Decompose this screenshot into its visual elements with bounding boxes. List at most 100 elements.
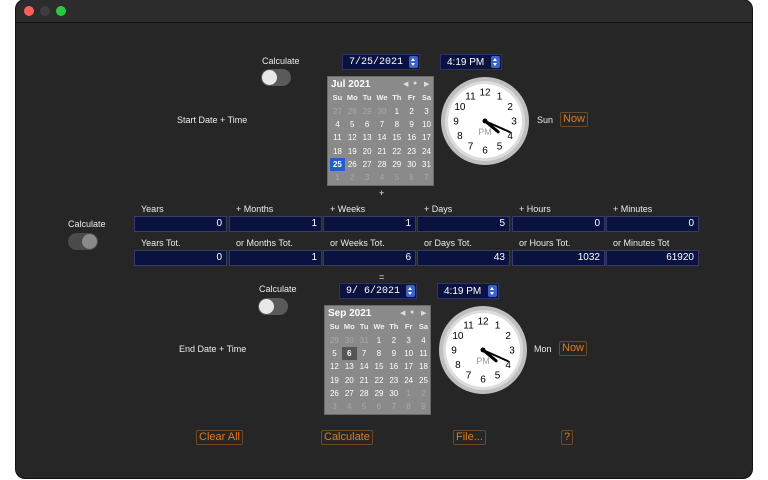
end-calendar-day[interactable]: 7 xyxy=(386,400,401,413)
start-calendar-day[interactable]: 1 xyxy=(330,171,345,184)
end-calendar-day[interactable]: 9 xyxy=(386,347,401,360)
start-calendar-day[interactable]: 17 xyxy=(419,131,434,144)
end-calendar-day[interactable]: 2 xyxy=(386,334,401,347)
prev-month-icon[interactable]: ◀ xyxy=(403,80,408,88)
end-calendar-day[interactable]: 21 xyxy=(357,374,372,387)
start-calendar-day[interactable]: 27 xyxy=(330,105,345,118)
help-button[interactable]: ? xyxy=(561,430,574,445)
start-calendar-day[interactable]: 7 xyxy=(375,118,390,131)
total-value-field-4[interactable]: 1032 xyxy=(512,250,605,266)
end-calendar-day[interactable]: 13 xyxy=(342,360,357,373)
start-calendar-day[interactable]: 16 xyxy=(404,131,419,144)
duration-value-field-4[interactable]: 0 xyxy=(512,216,605,232)
start-calendar-day[interactable]: 15 xyxy=(389,131,404,144)
next-month-icon[interactable]: ▶ xyxy=(424,80,429,88)
end-calendar-day[interactable]: 3 xyxy=(327,400,342,413)
start-calendar-day[interactable]: 4 xyxy=(375,171,390,184)
end-calculate-toggle[interactable] xyxy=(258,298,288,315)
start-calendar-day[interactable]: 13 xyxy=(360,131,375,144)
minimize-button[interactable] xyxy=(40,6,50,16)
end-calendar-day[interactable]: 28 xyxy=(357,387,372,400)
start-calendar-day[interactable]: 31 xyxy=(419,158,434,171)
start-calendar-day[interactable]: 26 xyxy=(345,158,360,171)
start-calendar-day[interactable]: 8 xyxy=(389,118,404,131)
duration-value-field-1[interactable]: 1 xyxy=(229,216,322,232)
today-dot-icon[interactable]: ● xyxy=(410,309,414,316)
calculate-button[interactable]: Calculate xyxy=(321,430,373,445)
end-calendar-day[interactable]: 16 xyxy=(386,360,401,373)
end-calendar-day[interactable]: 10 xyxy=(401,347,416,360)
start-calendar-day[interactable]: 6 xyxy=(360,118,375,131)
file-button[interactable]: File... xyxy=(453,430,486,445)
end-calendar-day[interactable]: 4 xyxy=(342,400,357,413)
zoom-button[interactable] xyxy=(56,6,66,16)
end-calendar-day[interactable]: 25 xyxy=(416,374,431,387)
start-calendar-day[interactable]: 12 xyxy=(345,131,360,144)
start-calendar-day[interactable]: 4 xyxy=(330,118,345,131)
start-time-stepper[interactable] xyxy=(491,56,500,68)
start-calendar-day[interactable]: 29 xyxy=(360,105,375,118)
end-calendar-days[interactable]: 29 30 31 1 2 3 4 5 6 7 8 9 10 11 12 13 14 15 16 17 18 19 20 21 2… xyxy=(327,334,431,413)
start-date-field[interactable]: 7/25/2021 xyxy=(342,54,420,70)
total-value-field-0[interactable]: 0 xyxy=(134,250,227,266)
end-calendar-day[interactable]: 6 xyxy=(341,347,357,361)
start-calendar-day[interactable]: 5 xyxy=(345,118,360,131)
end-calendar-day[interactable]: 8 xyxy=(372,347,387,360)
end-time-field[interactable]: 4:19 PM xyxy=(437,283,499,299)
start-calculate-toggle[interactable] xyxy=(261,69,291,86)
start-calendar-day[interactable]: 28 xyxy=(375,158,390,171)
start-calendar-day[interactable]: 30 xyxy=(375,105,390,118)
end-calendar-day[interactable]: 15 xyxy=(372,360,387,373)
end-calendar-day[interactable]: 4 xyxy=(416,334,431,347)
total-value-field-1[interactable]: 1 xyxy=(229,250,322,266)
end-calendar-day[interactable]: 11 xyxy=(416,347,431,360)
start-calendar-day[interactable]: 18 xyxy=(330,145,345,158)
end-calendar-day[interactable]: 5 xyxy=(357,400,372,413)
clear-all-button[interactable]: Clear All xyxy=(196,430,243,445)
start-calendar-day[interactable]: 20 xyxy=(360,145,375,158)
end-calendar-day[interactable]: 1 xyxy=(401,387,416,400)
end-calendar-day[interactable]: 6 xyxy=(372,400,387,413)
start-calendar-day[interactable]: 1 xyxy=(389,105,404,118)
start-calendar-day[interactable]: 14 xyxy=(375,131,390,144)
start-calendar-day[interactable]: 19 xyxy=(345,145,360,158)
end-calendar-day[interactable]: 7 xyxy=(357,347,372,360)
end-calendar-day[interactable]: 27 xyxy=(342,387,357,400)
duration-value-field-5[interactable]: 0 xyxy=(606,216,699,232)
end-date-field[interactable]: 9/ 6/2021 xyxy=(339,283,417,299)
next-month-icon[interactable]: ▶ xyxy=(421,309,426,317)
start-calendar-day[interactable]: 2 xyxy=(345,171,360,184)
end-calendar-day[interactable]: 14 xyxy=(357,360,372,373)
start-calendar-day[interactable]: 10 xyxy=(419,118,434,131)
start-calendar-day[interactable]: 23 xyxy=(404,145,419,158)
end-calendar-day[interactable]: 9 xyxy=(416,400,431,413)
end-calendar-day[interactable]: 22 xyxy=(372,374,387,387)
start-now-button[interactable]: Now xyxy=(560,112,589,127)
start-time-field[interactable]: 4:19 PM xyxy=(440,54,502,70)
start-calendar-day[interactable]: 5 xyxy=(389,171,404,184)
end-calendar-day[interactable]: 19 xyxy=(327,374,342,387)
end-calendar-day[interactable]: 8 xyxy=(401,400,416,413)
end-calendar-day[interactable]: 23 xyxy=(386,374,401,387)
start-calendar-day[interactable]: 11 xyxy=(330,131,345,144)
start-calendar-day[interactable]: 25 xyxy=(330,157,345,171)
start-calendar-day[interactable]: 3 xyxy=(360,171,375,184)
prev-month-icon[interactable]: ◀ xyxy=(400,309,405,317)
end-calendar-day[interactable]: 30 xyxy=(342,334,357,347)
start-calendar-day[interactable]: 7 xyxy=(419,171,434,184)
start-date-stepper[interactable] xyxy=(409,56,418,68)
end-calendar-day[interactable]: 29 xyxy=(372,387,387,400)
start-calendar-day[interactable]: 9 xyxy=(404,118,419,131)
total-value-field-3[interactable]: 43 xyxy=(417,250,510,266)
duration-value-field-3[interactable]: 5 xyxy=(417,216,510,232)
start-calendar-days[interactable]: 27 28 29 30 1 2 3 4 5 6 7 8 9 10 11 12 13 14 15 16 17 18 19 20 2… xyxy=(330,105,434,184)
start-calendar[interactable]: Jul 2021 ◀ ● ▶ Su Mo Tu We Th Fr Sa 27 28 29 30 1 2… xyxy=(327,76,434,186)
total-value-field-2[interactable]: 6 xyxy=(323,250,416,266)
end-date-stepper[interactable] xyxy=(406,285,415,297)
start-calendar-day[interactable]: 28 xyxy=(345,105,360,118)
end-calendar-day[interactable]: 31 xyxy=(357,334,372,347)
duration-value-field-2[interactable]: 1 xyxy=(323,216,416,232)
start-calendar-day[interactable]: 30 xyxy=(404,158,419,171)
end-calendar-day[interactable]: 24 xyxy=(401,374,416,387)
start-calendar-day[interactable]: 22 xyxy=(389,145,404,158)
